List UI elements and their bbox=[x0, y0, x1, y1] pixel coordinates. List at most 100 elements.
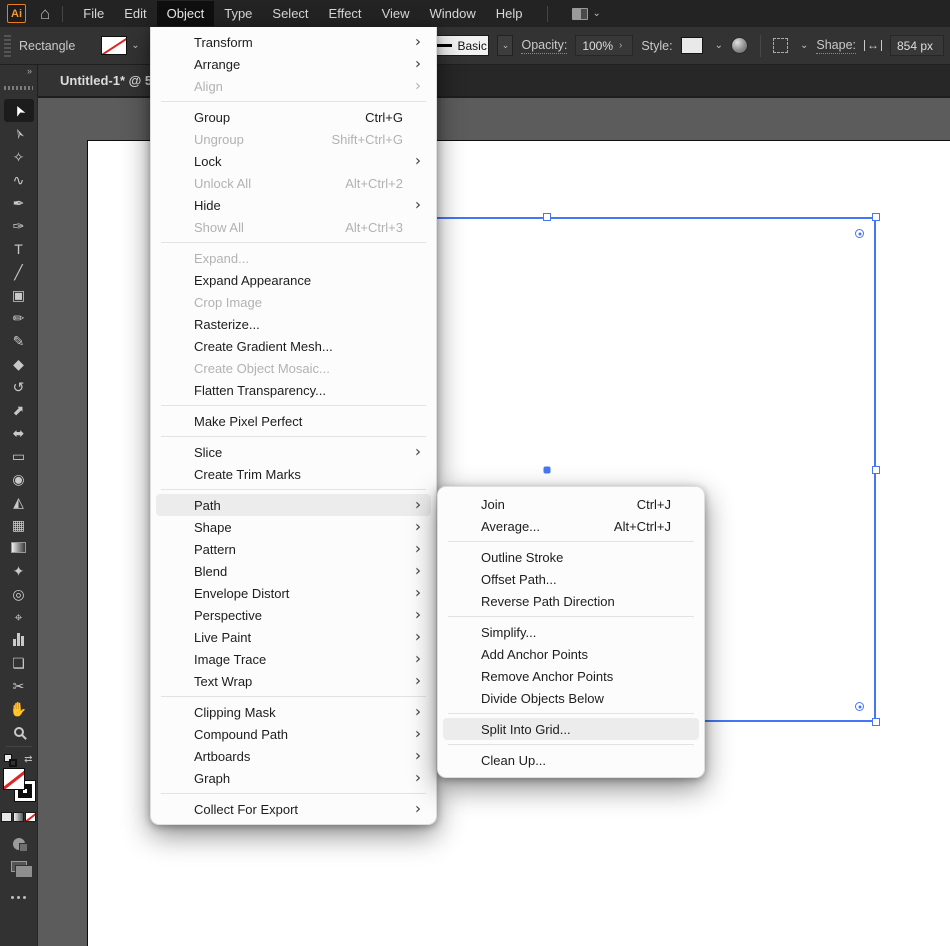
shape-builder-tool[interactable]: ◉ bbox=[4, 467, 34, 490]
object-menu-item-create-gradient-mesh[interactable]: Create Gradient Mesh... bbox=[156, 335, 431, 357]
document-setup-globe-icon[interactable] bbox=[730, 37, 748, 54]
graphic-style-swatch[interactable] bbox=[680, 37, 703, 54]
selection-tool[interactable]: ➤ bbox=[3, 99, 34, 122]
shape-label[interactable]: Shape: bbox=[816, 38, 856, 54]
path-submenu-item-outline-stroke[interactable]: Outline Stroke bbox=[443, 546, 699, 568]
object-menu-item-lock[interactable]: Lock › bbox=[156, 150, 431, 172]
screen-mode-button[interactable] bbox=[4, 855, 34, 878]
drawing-modes-button[interactable] bbox=[4, 832, 34, 855]
perspective-grid-tool[interactable]: ◭ bbox=[4, 490, 34, 513]
object-menu-item-clipping-mask[interactable]: Clipping Mask › bbox=[156, 701, 431, 723]
dock-grip-dots[interactable] bbox=[4, 86, 33, 90]
shaper-tool[interactable]: ✎ bbox=[4, 329, 34, 352]
object-menu-item-path[interactable]: Path › bbox=[156, 494, 431, 516]
blend-tool[interactable]: ◎ bbox=[4, 582, 34, 605]
menubar-item-view[interactable]: View bbox=[372, 1, 420, 26]
gradient-button[interactable] bbox=[13, 812, 24, 822]
color-button[interactable] bbox=[1, 812, 12, 822]
home-icon[interactable]: ⌂ bbox=[40, 5, 50, 22]
menubar-item-file[interactable]: File bbox=[73, 1, 114, 26]
direct-selection-tool[interactable]: ➢ bbox=[4, 122, 34, 145]
object-menu-item-compound-path[interactable]: Compound Path › bbox=[156, 723, 431, 745]
selection-handle-top[interactable] bbox=[543, 213, 551, 221]
object-menu-item-arrange[interactable]: Arrange › bbox=[156, 53, 431, 75]
rectangle-tool[interactable]: ▣ bbox=[4, 283, 34, 306]
select-similar-icon[interactable] bbox=[772, 38, 788, 53]
object-menu-item-create-trim-marks[interactable]: Create Trim Marks bbox=[156, 463, 431, 485]
menubar-item-edit[interactable]: Edit bbox=[114, 1, 156, 26]
mesh-tool[interactable]: ▦ bbox=[4, 513, 34, 536]
opacity-chevron-icon[interactable]: › bbox=[619, 40, 622, 51]
pen-tool[interactable]: ✒ bbox=[4, 191, 34, 214]
object-menu-item-hide[interactable]: Hide › bbox=[156, 194, 431, 216]
column-graph-tool[interactable] bbox=[4, 628, 34, 651]
path-submenu-item-offset-path[interactable]: Offset Path... bbox=[443, 568, 699, 590]
slice-tool[interactable]: ✂ bbox=[4, 674, 34, 697]
gradient-tool[interactable] bbox=[4, 536, 34, 559]
object-menu-item-slice[interactable]: Slice › bbox=[156, 441, 431, 463]
selection-handle-top-right[interactable] bbox=[872, 213, 880, 221]
opacity-field[interactable]: 100% › bbox=[575, 35, 634, 56]
hand-tool[interactable]: ✋ bbox=[4, 697, 34, 720]
object-menu-item-blend[interactable]: Blend › bbox=[156, 560, 431, 582]
select-similar-chevron-icon[interactable]: ⌄ bbox=[800, 40, 808, 51]
width-tool[interactable]: ⬌ bbox=[4, 421, 34, 444]
selection-handle-bottom-right[interactable] bbox=[872, 718, 880, 726]
edit-toolbar-button[interactable] bbox=[4, 886, 34, 909]
path-submenu-item-reverse-path-direction[interactable]: Reverse Path Direction bbox=[443, 590, 699, 612]
path-submenu-item-simplify[interactable]: Simplify... bbox=[443, 621, 699, 643]
path-submenu-item-split-into-grid[interactable]: Split Into Grid... bbox=[443, 718, 699, 740]
object-menu-item-graph[interactable]: Graph › bbox=[156, 767, 431, 789]
default-fill-stroke-icon[interactable] bbox=[3, 754, 17, 767]
fill-swatch-none[interactable] bbox=[2, 768, 25, 790]
menubar-item-type[interactable]: Type bbox=[214, 1, 262, 26]
path-submenu-item-average[interactable]: Average... Alt+Ctrl+J bbox=[443, 515, 699, 537]
expand-dock-icon[interactable]: » bbox=[27, 66, 32, 76]
menubar-item-window[interactable]: Window bbox=[420, 1, 486, 26]
type-tool[interactable]: T bbox=[4, 237, 34, 260]
object-menu-item-flatten-transparency[interactable]: Flatten Transparency... bbox=[156, 379, 431, 401]
line-segment-tool[interactable]: ╱ bbox=[4, 260, 34, 283]
object-menu-item-rasterize[interactable]: Rasterize... bbox=[156, 313, 431, 335]
paintbrush-tool[interactable]: ✏ bbox=[4, 306, 34, 329]
object-menu-item-artboards[interactable]: Artboards › bbox=[156, 745, 431, 767]
object-menu-item-transform[interactable]: Transform › bbox=[156, 31, 431, 53]
none-button[interactable] bbox=[25, 812, 36, 822]
fill-color-swatch[interactable] bbox=[101, 36, 128, 55]
selection-handle-right[interactable] bbox=[872, 465, 880, 474]
workspace-switcher[interactable]: ⌄ bbox=[571, 7, 601, 20]
magic-wand-tool[interactable]: ✧ bbox=[4, 145, 34, 168]
lasso-tool[interactable]: ∿ bbox=[4, 168, 34, 191]
opacity-label[interactable]: Opacity: bbox=[521, 38, 568, 54]
style-chevron-icon[interactable]: ⌄ bbox=[715, 40, 723, 51]
menubar-item-effect[interactable]: Effect bbox=[319, 1, 372, 26]
menubar-item-object[interactable]: Object bbox=[156, 1, 215, 26]
object-menu-item-group[interactable]: Group Ctrl+G bbox=[156, 106, 431, 128]
path-submenu-item-divide-objects-below[interactable]: Divide Objects Below bbox=[443, 687, 699, 709]
live-corner-widget-top[interactable] bbox=[855, 229, 864, 238]
object-menu-item-text-wrap[interactable]: Text Wrap › bbox=[156, 670, 431, 692]
object-menu-item-pattern[interactable]: Pattern › bbox=[156, 538, 431, 560]
stroke-profile-dropdown[interactable]: ⌄ bbox=[497, 35, 514, 56]
object-menu-item-envelope-distort[interactable]: Envelope Distort › bbox=[156, 582, 431, 604]
object-menu-item-image-trace[interactable]: Image Trace › bbox=[156, 648, 431, 670]
free-transform-tool[interactable]: ▭ bbox=[4, 444, 34, 467]
eraser-tool[interactable]: ◆ bbox=[4, 352, 34, 375]
menubar-item-select[interactable]: Select bbox=[262, 1, 318, 26]
object-menu-item-shape[interactable]: Shape › bbox=[156, 516, 431, 538]
fill-stroke-control[interactable]: ⇄ bbox=[2, 754, 36, 808]
panel-grip-handle[interactable] bbox=[4, 34, 11, 57]
live-corner-widget-bottom[interactable] bbox=[855, 702, 864, 711]
scale-tool[interactable]: ⬈ bbox=[4, 398, 34, 421]
zoom-tool[interactable] bbox=[4, 720, 34, 743]
menubar-item-help[interactable]: Help bbox=[486, 1, 533, 26]
rotate-tool[interactable]: ↺ bbox=[4, 375, 34, 398]
fill-chevron-icon[interactable]: ⌄ bbox=[131, 40, 139, 51]
curvature-tool[interactable]: ✑ bbox=[4, 214, 34, 237]
object-menu-item-expand-appearance[interactable]: Expand Appearance bbox=[156, 269, 431, 291]
symbol-sprayer-tool[interactable]: ⌖ bbox=[4, 605, 34, 628]
artboard-tool[interactable]: ❏ bbox=[4, 651, 34, 674]
object-menu-item-perspective[interactable]: Perspective › bbox=[156, 604, 431, 626]
object-menu-item-live-paint[interactable]: Live Paint › bbox=[156, 626, 431, 648]
path-submenu-item-add-anchor-points[interactable]: Add Anchor Points bbox=[443, 643, 699, 665]
